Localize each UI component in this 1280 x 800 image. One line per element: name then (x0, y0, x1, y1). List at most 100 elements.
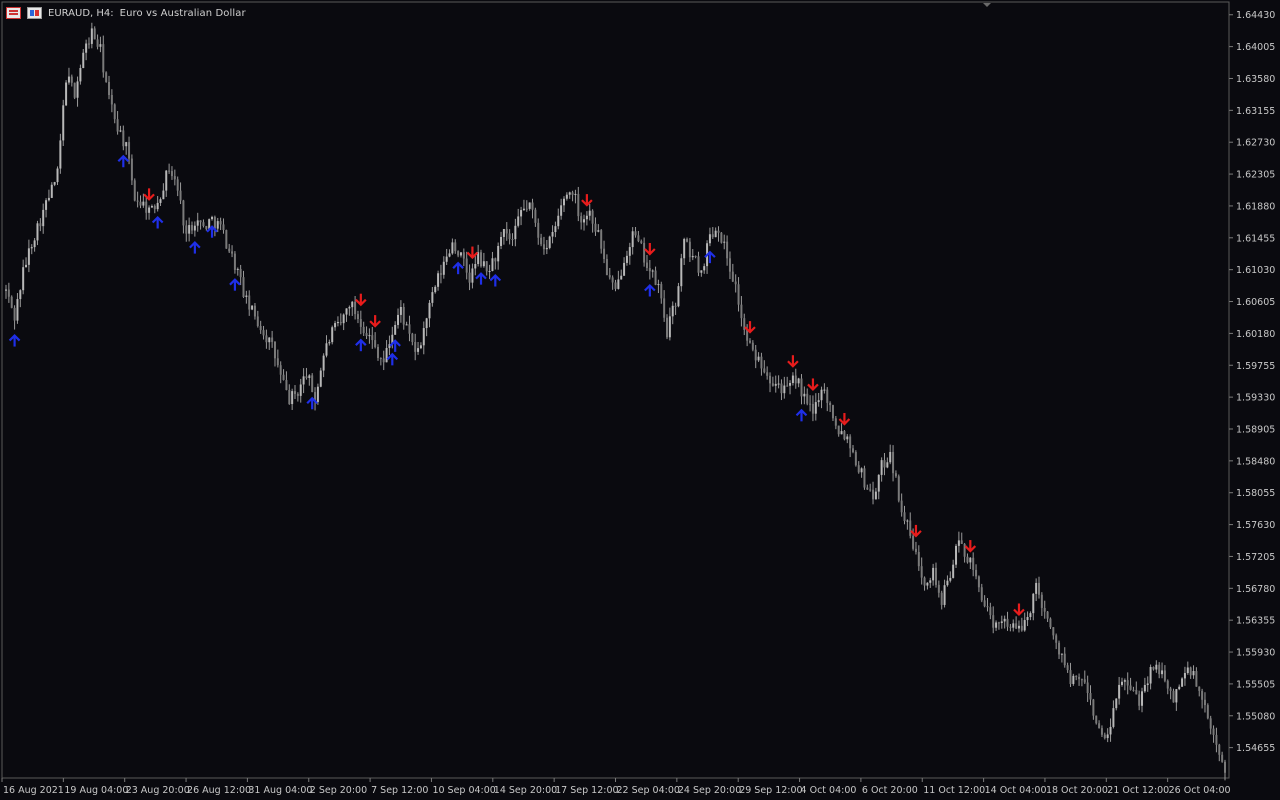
candle-body (328, 342, 331, 344)
candle-body (748, 340, 751, 343)
candle-body (282, 374, 285, 381)
candle-body (900, 500, 903, 513)
candle-body (1221, 754, 1224, 762)
candle-body (494, 258, 497, 262)
candle-body (809, 403, 812, 405)
y-tick-label: 1.55930 (1236, 648, 1275, 659)
candle-body (740, 304, 743, 319)
price-chart[interactable]: 1.64430 1.64005 1.63580 1.63155 1.62730 1.623… (0, 0, 1280, 800)
candle-body (889, 451, 892, 463)
y-tick-label: 1.62305 (1236, 170, 1275, 181)
candle-body (952, 564, 955, 578)
candle-body (963, 543, 966, 557)
candle-body (577, 193, 580, 217)
candle-body (428, 302, 431, 319)
candle-body (591, 210, 594, 224)
candle-body (16, 299, 19, 321)
candle-body (110, 94, 113, 105)
candle-body (382, 358, 385, 363)
candle-body (648, 268, 651, 272)
candle-body (803, 393, 806, 397)
candle-body (691, 255, 694, 258)
candle-body (1080, 679, 1083, 681)
candle-body (1120, 681, 1123, 685)
y-tick-label: 1.59330 (1236, 393, 1275, 404)
candle-body (720, 232, 723, 243)
candle-body (883, 460, 886, 468)
y-tick-label: 1.60180 (1236, 329, 1275, 340)
candle-body (434, 286, 437, 293)
candle-body (128, 142, 131, 159)
candle-body (397, 314, 400, 325)
candle-body (932, 567, 935, 581)
candle-body (1012, 623, 1015, 628)
candle-body (1032, 593, 1035, 614)
candle-body (408, 324, 411, 334)
candle-body (374, 340, 377, 347)
candle-body (1141, 691, 1144, 706)
candle-body (205, 226, 208, 229)
candle-body (1020, 625, 1023, 631)
candle-body (540, 237, 543, 245)
candle-body (914, 548, 917, 552)
y-tick-label: 1.58480 (1236, 456, 1275, 467)
candle-body (869, 489, 872, 491)
candle-body (1152, 666, 1155, 670)
one-click-trading-icon[interactable] (27, 7, 42, 19)
candle-body (548, 236, 551, 248)
candle-body (179, 190, 182, 201)
candle-body (1026, 617, 1029, 621)
candle-body (242, 277, 245, 297)
candle-body (697, 256, 700, 273)
candle-body (780, 383, 783, 394)
candle-body (1201, 690, 1204, 700)
candle-body (623, 262, 626, 276)
candle-body (728, 258, 731, 272)
candle-body (296, 393, 299, 396)
candle-body (1083, 679, 1086, 683)
candle-body (837, 425, 840, 435)
candle-body (980, 587, 983, 601)
candle-body (1178, 686, 1181, 690)
candle-body (614, 282, 617, 289)
candle-body (995, 622, 998, 628)
y-tick-label: 1.63580 (1236, 74, 1275, 85)
candle-body (265, 335, 268, 343)
candle-body (102, 44, 105, 73)
candle-body (139, 201, 142, 206)
buy-signal-arrow-icon (452, 261, 464, 275)
buy-signal-arrow-icon (355, 338, 367, 352)
candle-body (182, 200, 185, 226)
candle-body (325, 343, 328, 356)
candle-body (156, 202, 159, 210)
y-tick-label: 1.55505 (1236, 679, 1275, 690)
candle-body (273, 341, 276, 359)
candle-body (1055, 635, 1058, 643)
candle-body (894, 473, 897, 477)
candle-body (291, 391, 294, 405)
candle-body (67, 76, 70, 83)
candle-body (1181, 678, 1184, 687)
candle-body (442, 261, 445, 275)
sell-signal-arrow-icon (644, 243, 656, 256)
chart-menu-icon[interactable] (6, 7, 21, 19)
candle-body (108, 81, 111, 95)
candle-body (757, 356, 760, 361)
candle-body (505, 229, 508, 234)
candle-body (777, 383, 780, 385)
candle-body (150, 206, 153, 208)
candle-body (1109, 726, 1112, 735)
candle-body (119, 130, 122, 132)
candle-body (654, 270, 657, 285)
candle-body (1063, 653, 1066, 666)
candle-body (417, 348, 420, 352)
candle-body (668, 316, 671, 338)
candle-body (219, 221, 222, 225)
candle-body (1118, 684, 1121, 699)
candle-body (511, 239, 514, 241)
candle-body (874, 491, 877, 500)
candle-body (1038, 582, 1041, 595)
candle-body (522, 208, 525, 211)
candle-body (362, 326, 365, 334)
candle-body (39, 223, 42, 227)
